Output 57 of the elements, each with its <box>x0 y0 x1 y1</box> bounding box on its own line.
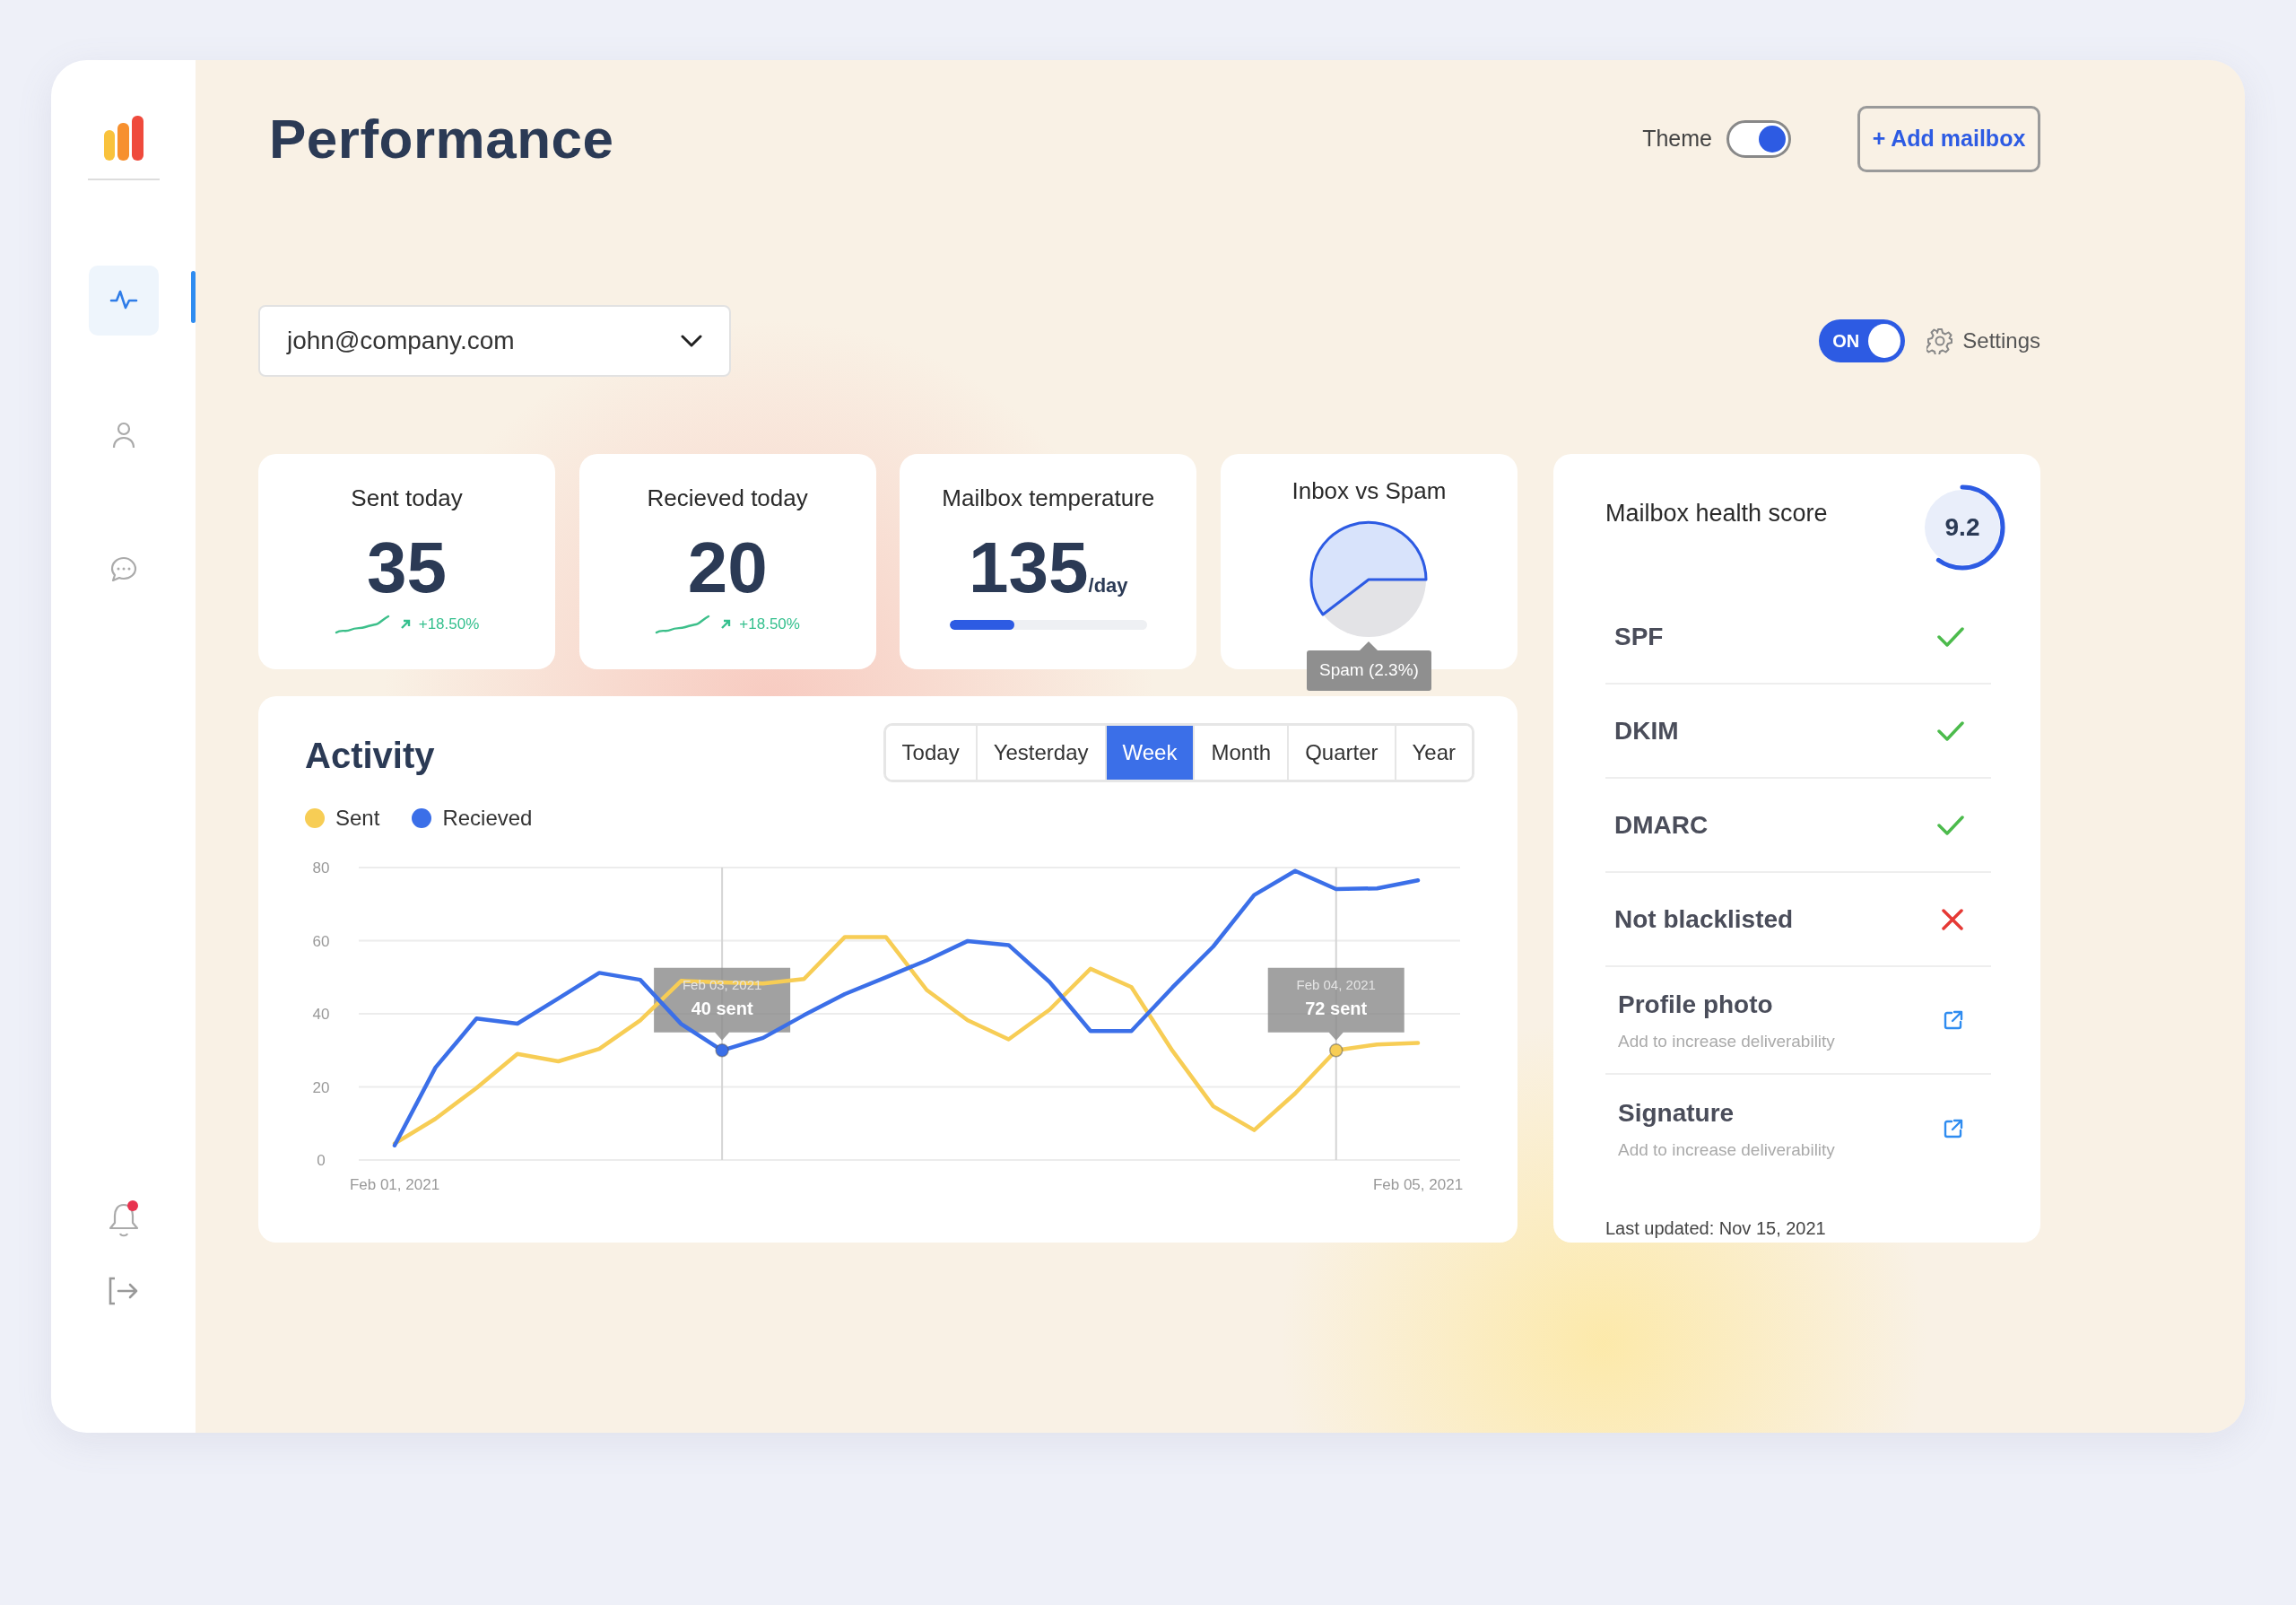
last-updated: Last updated: Nov 15, 2021 <box>1605 1217 1827 1240</box>
section-title: Activity <box>305 735 435 777</box>
logo-icon <box>103 116 144 162</box>
selection-indicator <box>191 271 196 323</box>
item-label: Profile photo <box>1618 989 1774 1020</box>
external-link-icon[interactable] <box>1943 1009 1964 1031</box>
legend-label: Recieved <box>442 805 533 832</box>
data-point <box>715 1043 729 1058</box>
range-tab[interactable]: Today <box>885 726 978 780</box>
theme-toggle[interactable] <box>1726 120 1791 158</box>
settings-link[interactable]: Settings <box>1926 325 2040 357</box>
chevron-down-icon <box>681 335 702 347</box>
axis-label: Feb 01, 2021 <box>349 1176 440 1193</box>
change-value: +18.50% <box>739 615 800 634</box>
external-link-icon[interactable] <box>1943 1118 1964 1139</box>
page-title: Performance <box>269 111 614 167</box>
check-label: DKIM <box>1614 715 1679 746</box>
item-label: Signature <box>1618 1097 1735 1129</box>
sparkline <box>334 614 392 634</box>
axis-label: 80 <box>312 859 330 877</box>
data-point <box>1328 1043 1344 1058</box>
check-label: Not blacklisted <box>1614 903 1794 935</box>
chat-icon <box>109 555 138 584</box>
item-description: Add to increase deliverability <box>1618 1138 1835 1161</box>
stat-value: 135 <box>969 528 1089 607</box>
axis-label: 40 <box>312 1006 330 1023</box>
mailbox-dropdown[interactable]: john@company.com <box>258 305 731 377</box>
legend-label: Sent <box>335 805 380 832</box>
stat-title: Mailbox temperature <box>941 484 1156 513</box>
stat-title: Sent today <box>350 484 464 513</box>
nav-button[interactable] <box>88 266 159 336</box>
logout-icon[interactable] <box>107 1275 140 1307</box>
item-description: Add to increase deliverability <box>1618 1030 1835 1052</box>
axis-label: Feb 05, 2021 <box>1372 1176 1464 1193</box>
stat-title: Recieved today <box>646 484 809 513</box>
stat-value: 20 <box>686 532 769 604</box>
change-value: +18.50% <box>418 615 480 634</box>
check-label: SPF <box>1614 621 1664 652</box>
gear-icon <box>1926 327 1954 354</box>
status-toggle[interactable]: ON <box>1819 319 1906 362</box>
health-score: 9.2 <box>1944 512 1980 543</box>
theme-label: Theme <box>1642 125 1712 153</box>
trend-arrow-icon <box>719 617 733 631</box>
add-mailbox-button[interactable]: + Add mailbox <box>1857 106 2040 172</box>
stat-title: Inbox vs Spam <box>1291 476 1448 506</box>
tooltip-value: 40 sent <box>691 998 753 1018</box>
axis-label: 0 <box>317 1152 326 1169</box>
axis-label: 20 <box>312 1078 330 1096</box>
unit-label: /day <box>1088 574 1128 597</box>
check-label: DMARC <box>1614 809 1709 841</box>
stat-value: 35 <box>366 532 448 604</box>
range-tab[interactable]: Week <box>1106 726 1196 780</box>
tooltip-date: Feb 04, 2021 <box>1296 976 1376 992</box>
card-title: Mailbox health score <box>1605 499 1828 528</box>
tooltip-value: 72 sent <box>1305 998 1368 1018</box>
chart-tooltip: Spam (2.3%) <box>1307 641 1431 691</box>
axis-label: 60 <box>312 932 330 950</box>
